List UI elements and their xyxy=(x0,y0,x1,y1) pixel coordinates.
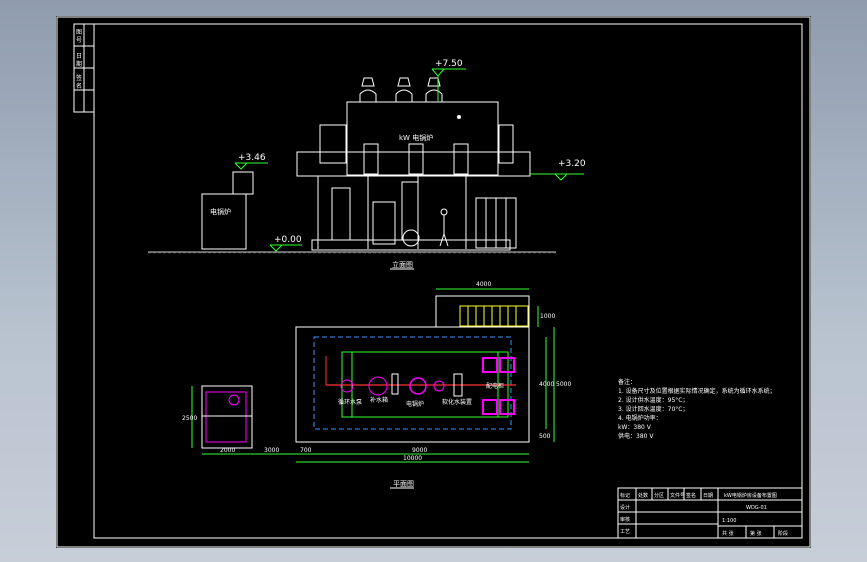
elevation-title: 立面图 xyxy=(392,260,413,269)
tb-header-1: 处数 xyxy=(638,492,648,499)
tb-scale: 1:100 xyxy=(722,518,736,524)
strip-text-1: 图 xyxy=(76,29,82,36)
dim-main-w: 9000 xyxy=(412,447,427,454)
plan-label-tank: 补水箱 xyxy=(370,396,388,404)
strip-text-5: 签 xyxy=(76,74,82,82)
tb-drawing-no: WDG-01 xyxy=(746,505,767,511)
dim-left-block-w: 2000 xyxy=(220,447,235,454)
drawing-frame xyxy=(56,16,811,548)
level-right-marker xyxy=(530,173,584,181)
tb-row-0: 设计 xyxy=(620,504,630,511)
tb-row-2: 工艺 xyxy=(620,529,630,535)
notes-line-2: 2. 设计供水温度：95°C； xyxy=(618,396,688,404)
dim-depth-total: 5000 xyxy=(556,381,571,388)
level-right: +3.20 xyxy=(558,159,586,169)
strip-text-4: 期 xyxy=(76,60,82,68)
plan-title: 平面图 xyxy=(393,480,414,488)
level-ground: +0.00 xyxy=(274,235,302,245)
plan-label-cabinet: 配电柜 xyxy=(486,382,504,390)
notes-line-4: 4. 电锅炉功率： xyxy=(618,414,662,422)
notes-line-6: 供电：380 V xyxy=(618,432,654,440)
dim-stair-width: 4000 xyxy=(476,281,491,288)
level-left: +3.46 xyxy=(238,153,266,163)
strip-text-2: 号 xyxy=(76,37,82,44)
notes-line-1: 1. 设备尺寸及位置根据实际情况确定，系统为循环水系统； xyxy=(618,387,776,395)
strip-text-6: 名 xyxy=(76,82,82,90)
tb-bottom-1: 第 张 xyxy=(750,530,762,537)
plan-label-pump-c: 软化水装置 xyxy=(442,398,472,406)
level-top: +7.50 xyxy=(435,59,463,69)
tb-row-1: 审核 xyxy=(620,516,630,523)
plan-label-pump-b: 电锅炉 xyxy=(406,400,424,408)
tb-header-0: 标记 xyxy=(620,492,630,499)
dim-depth-a: 4000 xyxy=(539,381,554,388)
dim-depth-small: 500 xyxy=(539,433,551,440)
dim-gap: 3000 xyxy=(264,447,279,454)
stair-block xyxy=(459,305,529,327)
drawing-viewport[interactable]: 图 号 日 期 签 名 kW 电锅炉 电锅炉 +7.50 +3.46 +3.20… xyxy=(56,16,811,548)
tb-bottom-0: 共 张 xyxy=(722,530,734,537)
notes-block: 备注： 1. 设备尺寸及位置根据实际情况确定，系统为循环水系统； 2. 设计供水… xyxy=(618,378,776,440)
plan-view: 循环水泵 补水箱 电锅炉 软化水装置 配电柜 4000 1000 4000 50… xyxy=(182,281,571,489)
notes-line-5: kW：380 V xyxy=(618,424,652,431)
left-unit-label: 电锅炉 xyxy=(210,207,231,216)
tb-header-5: 日期 xyxy=(703,493,713,499)
tb-header-4: 签名 xyxy=(686,492,696,499)
dim-total-w: 10000 xyxy=(403,455,422,462)
level-left-marker xyxy=(234,162,268,170)
plan-label-pump-a: 循环水泵 xyxy=(338,398,362,406)
exhaust-caps xyxy=(359,77,443,102)
tb-header-3: 文件号 xyxy=(670,492,685,499)
boiler-label: kW 电锅炉 xyxy=(399,133,433,142)
tb-bottom-2: 阶段 xyxy=(778,530,788,537)
notes-line-3: 3. 设计回水温度：70°C； xyxy=(618,405,688,413)
plan-left-block xyxy=(201,385,253,449)
level-ground-marker xyxy=(269,244,302,252)
tb-drawing-title: kW电锅炉房设备布置图 xyxy=(724,492,777,499)
dim-left-block: 2500 xyxy=(182,415,197,422)
tb-header-2: 分区 xyxy=(654,492,664,499)
left-unit xyxy=(201,193,247,250)
elevation-view: kW 电锅炉 电锅炉 +7.50 +3.46 +3.20 +0.00 立面图 xyxy=(148,59,586,270)
dim-offset: 700 xyxy=(300,447,312,454)
strip-text-3: 日 xyxy=(76,53,82,60)
notes-heading: 备注： xyxy=(618,378,636,386)
dim-stair-depth: 1000 xyxy=(540,313,555,320)
